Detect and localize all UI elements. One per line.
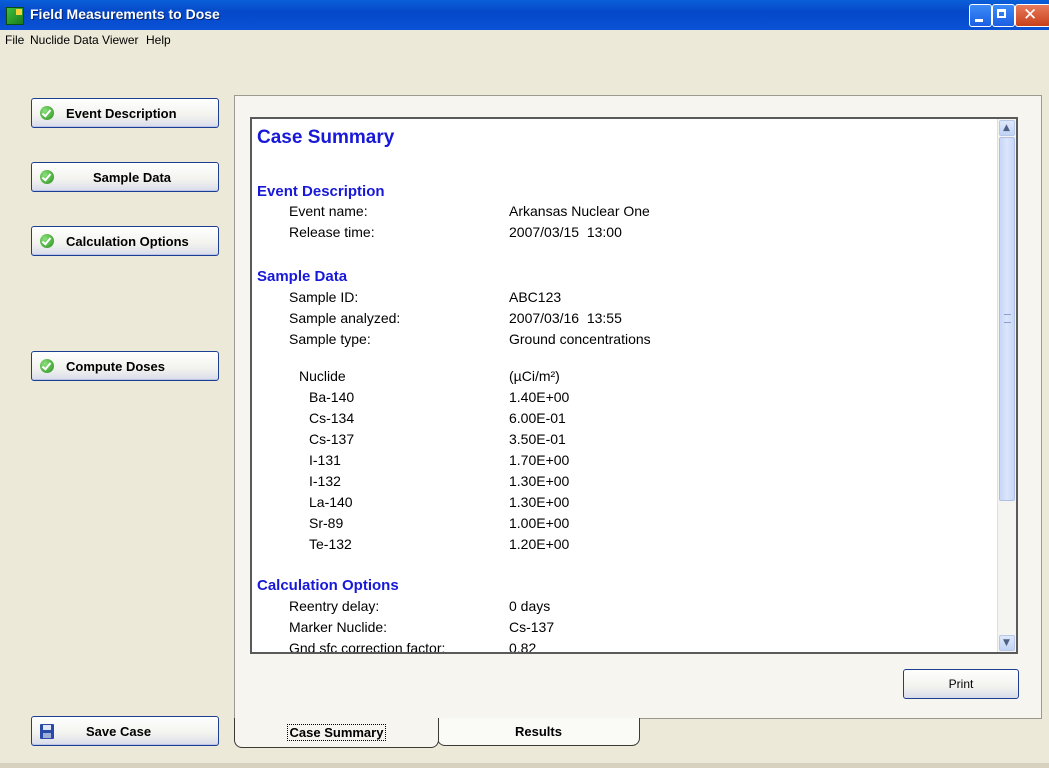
vertical-scrollbar[interactable]: ▲ ▼ xyxy=(997,119,1016,652)
minimize-button[interactable] xyxy=(969,4,992,27)
event-name-label: Event name: xyxy=(289,203,368,219)
close-button[interactable]: ✕ xyxy=(1015,4,1049,27)
chevron-down-icon: ▼ xyxy=(1003,638,1010,648)
nuclide-name: Cs-137 xyxy=(309,431,355,447)
tab-results[interactable]: Results xyxy=(437,718,640,746)
sample-analyzed-label: Sample analyzed: xyxy=(289,310,401,326)
scroll-up-button[interactable]: ▲ xyxy=(999,120,1015,136)
save-case-button[interactable]: Save Case xyxy=(31,716,219,746)
menu-file[interactable]: File xyxy=(5,33,24,47)
window-title: Field Measurements to Dose xyxy=(30,6,220,22)
check-icon xyxy=(40,359,54,373)
sample-analyzed-value: 2007/03/16 13:55 xyxy=(509,310,622,326)
gnd-sfc-correction-label: Gnd sfc correction factor: xyxy=(289,640,446,654)
case-summary-textbox[interactable]: Case Summary Event Description Event nam… xyxy=(250,117,1018,654)
save-case-label: Save Case xyxy=(86,724,152,739)
nuclide-name: I-132 xyxy=(309,473,341,489)
tab-case-summary[interactable]: Case Summary xyxy=(234,718,439,748)
nuclide-value: 1.00E+00 xyxy=(509,515,570,531)
close-icon: ✕ xyxy=(1023,5,1038,25)
title-bar[interactable]: Field Measurements to Dose ✕ xyxy=(0,0,1049,30)
nuclide-value: 1.30E+00 xyxy=(509,473,570,489)
marker-nuclide-label: Marker Nuclide: xyxy=(289,619,388,635)
nuclide-value: 1.20E+00 xyxy=(509,536,570,552)
nuclide-name: Sr-89 xyxy=(309,515,344,531)
menu-nuclide-data-viewer[interactable]: Nuclide Data Viewer xyxy=(30,33,139,47)
maximize-icon xyxy=(997,9,1006,18)
compute-doses-button[interactable]: Compute Doses xyxy=(31,351,219,381)
nuclide-value: 1.40E+00 xyxy=(509,389,570,405)
menu-help[interactable]: Help xyxy=(146,33,171,47)
minimize-icon xyxy=(975,19,983,22)
release-time-label: Release time: xyxy=(289,224,375,240)
release-time-value: 2007/03/15 13:00 xyxy=(509,224,622,240)
unit-column-header: (µCi/m²) xyxy=(509,368,560,384)
marker-nuclide-value: Cs-137 xyxy=(509,619,555,635)
sample-data-button[interactable]: Sample Data xyxy=(31,162,219,192)
sample-type-label: Sample type: xyxy=(289,331,371,347)
sample-id-label: Sample ID: xyxy=(289,289,359,305)
event-description-label: Event Description xyxy=(66,106,177,121)
calculation-options-heading: Calculation Options xyxy=(257,577,399,594)
summary-title: Case Summary xyxy=(257,127,395,148)
nuclide-name: La-140 xyxy=(309,494,353,510)
app-icon xyxy=(6,7,24,25)
print-button[interactable]: Print xyxy=(903,669,1019,699)
check-icon xyxy=(40,106,54,120)
chevron-up-icon: ▲ xyxy=(1003,123,1010,133)
compute-doses-label: Compute Doses xyxy=(66,359,165,374)
nuclide-value: 1.30E+00 xyxy=(509,494,570,510)
calculation-options-label: Calculation Options xyxy=(66,234,189,249)
nuclide-value: 1.70E+00 xyxy=(509,452,570,468)
maximize-button[interactable] xyxy=(992,4,1015,27)
sample-data-label: Sample Data xyxy=(92,170,172,185)
sample-type-value: Ground concentrations xyxy=(509,331,651,347)
nuclide-value: 3.50E-01 xyxy=(509,431,566,447)
nuclide-column-header: Nuclide xyxy=(299,368,346,384)
tab-case-summary-label: Case Summary xyxy=(286,724,387,741)
tab-results-label: Results xyxy=(515,724,562,739)
event-name-value: Arkansas Nuclear One xyxy=(509,203,650,219)
sample-data-heading: Sample Data xyxy=(257,268,348,285)
nuclide-value: 6.00E-01 xyxy=(509,410,566,426)
gnd-sfc-correction-value: 0.82 xyxy=(509,640,537,654)
print-label: Print xyxy=(948,677,974,691)
nuclide-name: Te-132 xyxy=(309,536,352,552)
calculation-options-button[interactable]: Calculation Options xyxy=(31,226,219,256)
event-description-button[interactable]: Event Description xyxy=(31,98,219,128)
nuclide-name: Ba-140 xyxy=(309,389,355,405)
check-icon xyxy=(40,234,54,248)
scroll-thumb[interactable] xyxy=(999,137,1015,501)
menu-bar: File Nuclide Data Viewer Help xyxy=(0,30,1049,50)
window-bottom-border xyxy=(0,763,1049,768)
reentry-delay-label: Reentry delay: xyxy=(289,598,380,614)
event-description-heading: Event Description xyxy=(257,183,385,200)
nuclide-name: Cs-134 xyxy=(309,410,355,426)
reentry-delay-value: 0 days xyxy=(509,598,551,614)
sample-id-value: ABC123 xyxy=(509,289,562,305)
nuclide-name: I-131 xyxy=(309,452,341,468)
grip-icon xyxy=(1004,314,1011,323)
scroll-down-button[interactable]: ▼ xyxy=(999,635,1015,651)
floppy-disk-icon xyxy=(40,724,54,739)
